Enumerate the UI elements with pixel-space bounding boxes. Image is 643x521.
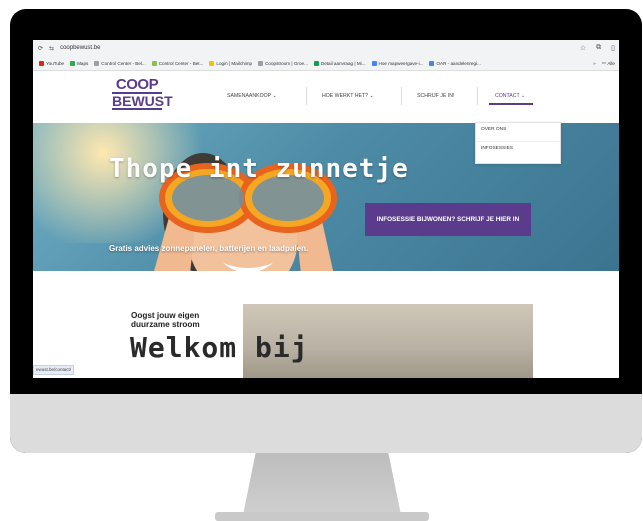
address-bar: ⟳ ⇆ coopbewust.be ☆ ⧉ ▯ (33, 40, 619, 56)
monitor-stand-base (215, 512, 429, 521)
bookmark-icon (313, 60, 319, 66)
mailchimp-icon (209, 60, 215, 66)
youtube-icon (39, 60, 44, 66)
logo-top: COOP (115, 76, 159, 93)
bookmark-label: YouTube (46, 60, 65, 66)
monitor-bezel: ⟳ ⇆ coopbewust.be ☆ ⧉ ▯ YouTube Maps Con… (10, 9, 642, 453)
main-content: Oogst jouw eigen duurzame stroom Welkom … (33, 271, 619, 378)
url-field[interactable]: coopbewust.be (60, 45, 100, 51)
bookmark-icon (94, 60, 100, 66)
menu-contact[interactable]: CONTACT ⌄ (489, 93, 534, 105)
site-header: COOP BEWUST SAMENAANKOOP ⌄ HOE WERKT HET… (33, 71, 619, 112)
more-bookmarks-button[interactable]: » (593, 61, 596, 66)
link-status-tooltip: ewust.be/contact/ (33, 365, 75, 375)
all-bookmarks-label: Alle (607, 60, 615, 66)
contact-dropdown: OVER ONS INFOSESSIES (475, 122, 561, 164)
monitor-chin (10, 394, 642, 453)
site-info-icon[interactable]: ⇆ (49, 45, 54, 52)
extensions-icon[interactable]: ⧉ (596, 44, 601, 52)
browser-window: ⟳ ⇆ coopbewust.be ☆ ⧉ ▯ YouTube Maps Con… (33, 40, 619, 378)
bookmark-label: Coopstroom | Groe... (265, 60, 308, 66)
bookmark-label: Hoe mapweergave-i... (378, 60, 424, 66)
welcome-heading: Welkom bij (130, 331, 309, 364)
bookmark-label: OAR - aandelenregi... (436, 60, 481, 66)
hero-title: Thope int zunnetje (109, 154, 409, 184)
bookmark-detail-aanvraag[interactable]: Detail aanvraag | Mi... (313, 60, 366, 66)
bookmarks-bar: YouTube Maps Control Center - Bel... Con… (33, 56, 619, 71)
bookmark-label: Control Center - Bet... (158, 60, 204, 66)
bookmark-icon (151, 60, 157, 66)
sidebar-icon[interactable]: ▯ (611, 44, 615, 52)
bookmark-mailchimp[interactable]: Login | Mailchimp (209, 60, 253, 66)
menu-divider (401, 87, 402, 105)
bookmark-mapweergave[interactable]: Hoe mapweergave-i... (371, 60, 424, 66)
intro-line: duurzame stroom (131, 320, 200, 329)
bookmark-oar[interactable]: OAR - aandelenregi... (429, 60, 481, 66)
bookmark-youtube[interactable]: YouTube (39, 60, 65, 66)
folder-icon: ▭ (601, 60, 607, 65)
bookmark-coopstroom[interactable]: Coopstroom | Groe... (258, 60, 308, 66)
dropdown-item-over-ons[interactable]: OVER ONS (476, 123, 560, 142)
menu-hoe-werkt-het[interactable]: HOE WERKT HET? ⌄ (322, 93, 374, 99)
bookmark-label: Maps (77, 60, 89, 66)
dropdown-item-infosessies[interactable]: INFOSESSIES (476, 142, 560, 160)
bookmark-control-center-2[interactable]: Control Center - Bet... (151, 60, 204, 66)
bookmark-label: Control Center - Bel... (101, 60, 146, 66)
bookmark-label: Detail aanvraag | Mi... (320, 60, 366, 66)
menu-divider (477, 87, 478, 105)
menu-contact-label: CONTACT ⌄ (495, 93, 526, 99)
menu-schrijf-je-in[interactable]: SCHRIJF JE IN! (417, 93, 454, 99)
intro-heading: Oogst jouw eigen duurzame stroom (131, 311, 200, 329)
bookmark-label: Login | Mailchimp (216, 60, 253, 66)
logo-bottom: BEWUST (112, 92, 173, 110)
bookmark-control-center-1[interactable]: Control Center - Bel... (94, 60, 146, 66)
menu-divider (306, 87, 307, 105)
monitor-stand (243, 453, 401, 515)
maps-icon (70, 60, 76, 66)
bookmark-icon (371, 60, 377, 66)
bookmark-icon (429, 60, 435, 66)
hero-subtitle: Gratis advies zonnepanelen, batterijen e… (109, 244, 309, 253)
coop-bewust-logo[interactable]: COOP BEWUST (112, 76, 173, 111)
bookmark-maps[interactable]: Maps (70, 60, 89, 66)
infosessie-cta-button[interactable]: INFOSESSIE BIJWONEN? SCHRIJF JE HIER IN (365, 203, 531, 236)
star-icon[interactable]: ☆ (580, 44, 586, 52)
active-underline (489, 103, 534, 105)
reload-icon[interactable]: ⟳ (38, 45, 43, 52)
intro-line: Oogst jouw eigen (131, 311, 200, 320)
chevron-right-icon (258, 60, 264, 66)
all-bookmarks-folder[interactable]: ▭ Alle (602, 60, 615, 66)
menu-samenaankoop[interactable]: SAMENAANKOOP ⌄ (227, 93, 277, 99)
